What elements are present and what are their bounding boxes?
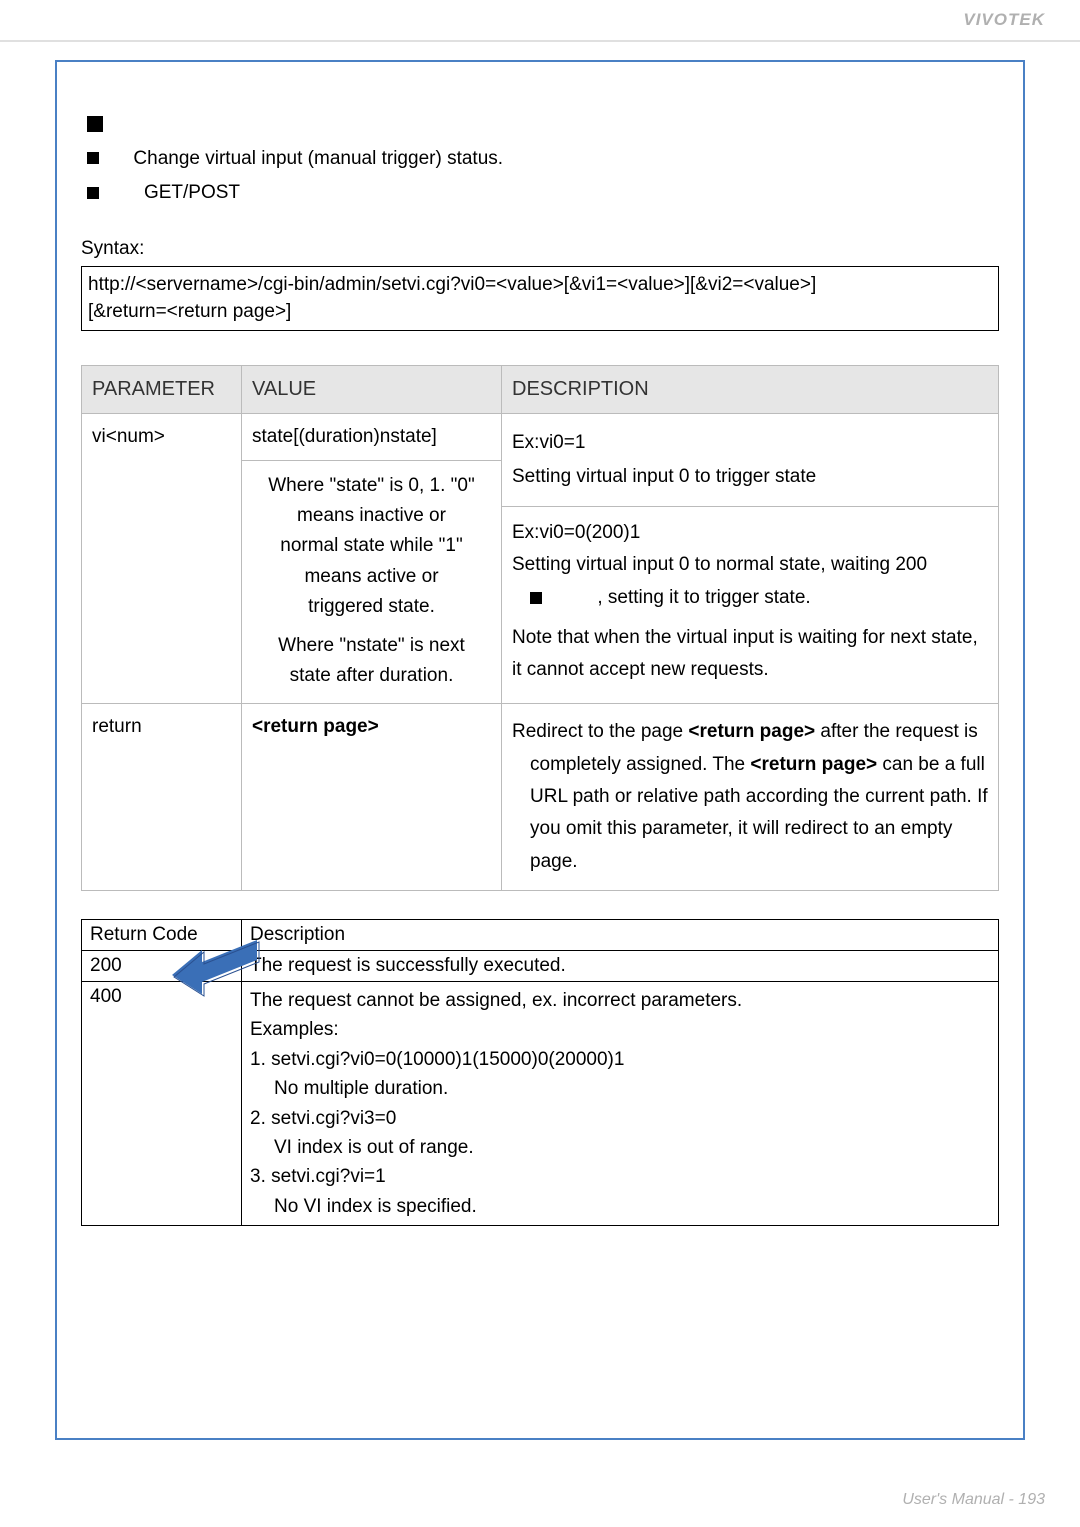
- cell-param: return: [82, 704, 242, 890]
- cell-desc: Redirect to the page <return page> after…: [502, 704, 999, 890]
- ex-line: VI index is out of range.: [250, 1133, 990, 1162]
- intro-line-1: Change virtual input (manual trigger) st…: [81, 145, 999, 174]
- value-top: <return page>: [252, 716, 379, 737]
- intro-line-2: GET/POST: [81, 179, 999, 208]
- table-head-row: Return Code Description: [82, 919, 999, 950]
- value-sub-text: Where "state" is 0, 1. "0"means inactive…: [252, 471, 491, 623]
- desc-top-1: Ex:vi0=1: [512, 426, 988, 460]
- ex-line: Examples:: [250, 1015, 990, 1044]
- cell-desc: The request is successfully executed.: [242, 950, 999, 981]
- th-value: VALUE: [242, 365, 502, 413]
- desc-text: Redirect to the page <return page> after…: [512, 716, 988, 877]
- parameter-table: PARAMETER VALUE DESCRIPTION vi<num> stat…: [81, 365, 999, 891]
- cell-desc: The request cannot be assigned, ex. inco…: [242, 981, 999, 1226]
- intro-text-1: Change virtual input (manual trigger) st…: [133, 148, 503, 169]
- th-description: Description: [242, 919, 999, 950]
- desc-top-2: Setting virtual input 0 to trigger state: [512, 460, 988, 494]
- cell-desc: Ex:vi0=1 Setting virtual input 0 to trig…: [502, 413, 999, 704]
- value-sub-text2: Where "nstate" is nextstate after durati…: [252, 631, 491, 692]
- th-description: DESCRIPTION: [502, 365, 999, 413]
- value-sub: Where "state" is 0, 1. "0"means inactive…: [242, 460, 501, 704]
- ex-line: 1. setvi.cgi?vi0=0(10000)1(15000)0(20000…: [250, 1045, 990, 1074]
- return-code-table: Return Code Description 200 The request …: [81, 919, 999, 1227]
- syntax-line-2: [&return=<return page>]: [88, 298, 992, 326]
- table-row: 200 The request is successfully executed…: [82, 950, 999, 981]
- page-frame: Change virtual input (manual trigger) st…: [55, 60, 1025, 1440]
- desc-sub-2: Setting virtual input 0 to normal state,…: [512, 549, 988, 614]
- footer-text: User's Manual - 193: [902, 1491, 1045, 1509]
- header-band: VIVOTEK: [0, 0, 1080, 42]
- brand-text: VIVOTEK: [963, 10, 1045, 30]
- ex-line: 2. setvi.cgi?vi3=0: [250, 1104, 990, 1133]
- page-content: Change virtual input (manual trigger) st…: [57, 62, 1023, 1250]
- bullet-icon: [87, 187, 99, 199]
- bullet-icon: [87, 116, 103, 132]
- cell-code: 200: [82, 950, 242, 981]
- th-parameter: PARAMETER: [82, 365, 242, 413]
- cell-value: <return page>: [242, 704, 502, 890]
- bullet-icon: [530, 592, 542, 604]
- desc-sub-3: Note that when the virtual input is wait…: [512, 622, 988, 687]
- syntax-box: http://<servername>/cgi-bin/admin/setvi.…: [81, 266, 999, 331]
- desc-sub: Ex:vi0=0(200)1 Setting virtual input 0 t…: [502, 506, 998, 698]
- ex-line: The request cannot be assigned, ex. inco…: [250, 986, 990, 1015]
- bullet-icon: [87, 152, 99, 164]
- value-top: state[(duration)nstate]: [252, 426, 491, 448]
- table-head-row: PARAMETER VALUE DESCRIPTION: [82, 365, 999, 413]
- table-row: vi<num> state[(duration)nstate] Where "s…: [82, 413, 999, 704]
- cell-value: state[(duration)nstate] Where "state" is…: [242, 413, 502, 704]
- ex-line: No multiple duration.: [250, 1074, 990, 1103]
- desc-sub-2a: Setting virtual input 0 to normal state,…: [512, 554, 927, 575]
- ex-line: 3. setvi.cgi?vi=1: [250, 1162, 990, 1191]
- th-return-code: Return Code: [82, 919, 242, 950]
- cell-code: 400: [82, 981, 242, 1226]
- intro-block: [81, 110, 999, 139]
- intro-text-2: GET/POST: [144, 182, 240, 203]
- ex-line: No VI index is specified.: [250, 1192, 990, 1221]
- table-row: return <return page> Redirect to the pag…: [82, 704, 999, 890]
- syntax-line-1: http://<servername>/cgi-bin/admin/setvi.…: [88, 271, 992, 299]
- table-row: 400 The request cannot be assigned, ex. …: [82, 981, 999, 1226]
- syntax-label: Syntax:: [81, 238, 999, 260]
- cell-param: vi<num>: [82, 413, 242, 704]
- desc-sub-1: Ex:vi0=0(200)1: [512, 517, 988, 549]
- desc-sub-2b: , setting it to trigger state.: [597, 587, 810, 608]
